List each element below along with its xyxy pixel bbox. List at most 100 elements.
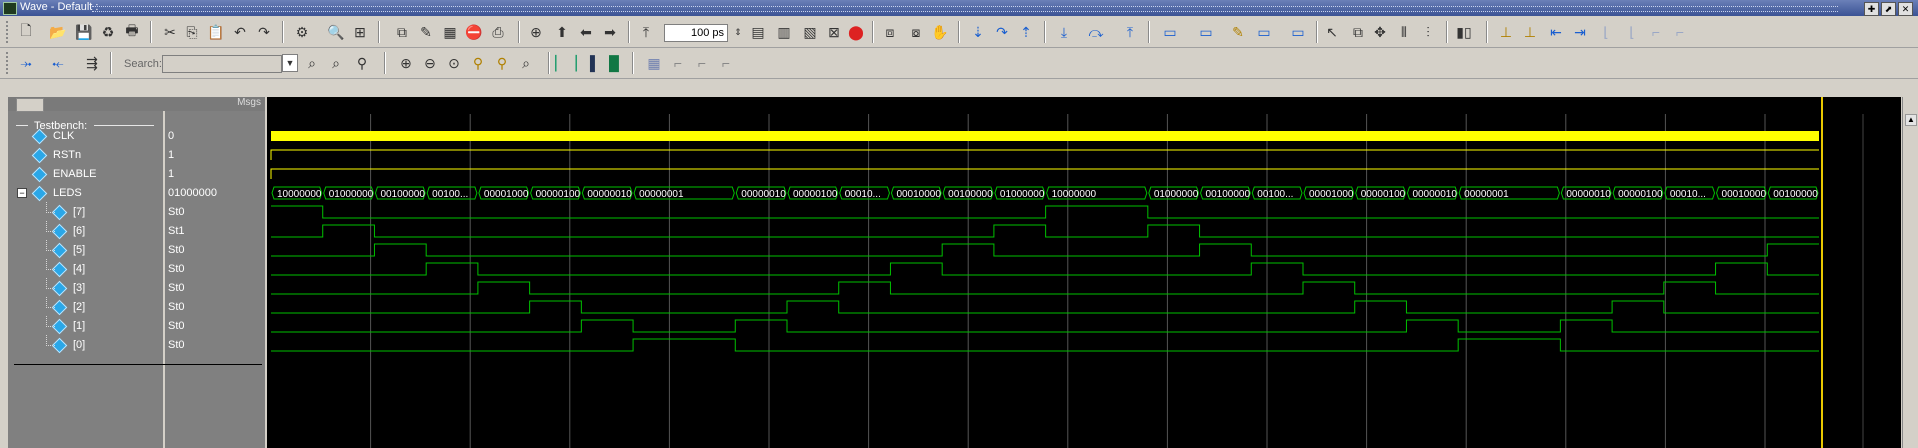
step-out2-icon[interactable]: ⤒ bbox=[1120, 22, 1140, 42]
profile-icon[interactable]: ⧈ bbox=[880, 22, 900, 42]
copy-icon[interactable]: ⎘ bbox=[182, 22, 202, 42]
search-prev-icon[interactable]: ⌕ bbox=[302, 53, 322, 73]
grid-icon[interactable]: ▦ bbox=[440, 22, 460, 42]
restore-button[interactable]: ⬈ bbox=[1881, 2, 1896, 16]
hand-icon[interactable]: ✋ bbox=[930, 22, 950, 42]
search-options-icon[interactable]: ⚲ bbox=[352, 53, 372, 73]
close-button[interactable]: ✕ bbox=[1898, 2, 1913, 16]
reload-icon[interactable]: ♻ bbox=[98, 22, 118, 42]
prev-edge-icon[interactable]: ⇤ bbox=[1546, 22, 1566, 42]
waveform-canvas[interactable]: 10000000 01000000 00100000 00100... 00001000… bbox=[267, 97, 1901, 448]
compile-icon[interactable]: ⚙ bbox=[292, 22, 312, 42]
signal-row-4[interactable]: [4] bbox=[51, 260, 85, 278]
column-icon[interactable]: ▏▕ bbox=[555, 53, 577, 73]
zoom-out-icon[interactable]: ⊖ bbox=[420, 53, 440, 73]
search-dropdown-icon[interactable]: ▼ bbox=[282, 54, 298, 72]
restart-icon[interactable]: ⤒ bbox=[636, 22, 656, 42]
step-over-icon[interactable]: ↷ bbox=[992, 22, 1012, 42]
signal-row-5[interactable]: [5] bbox=[51, 241, 85, 259]
forward-arrow-icon[interactable]: ➡ bbox=[600, 22, 620, 42]
wave-edit4-icon[interactable]: ▭ bbox=[1254, 22, 1274, 42]
wave-edit5-icon[interactable]: ▭ bbox=[1288, 22, 1308, 42]
delete-cursor-icon[interactable]: ⊥ bbox=[1520, 22, 1540, 42]
find-icon[interactable]: 🔍 bbox=[326, 22, 346, 42]
layers-icon[interactable]: ⧉ bbox=[392, 22, 412, 42]
step-into-icon[interactable]: ⤓ bbox=[1054, 22, 1074, 42]
signal-row-6[interactable]: [6] bbox=[51, 222, 85, 240]
run-icon[interactable]: ▤ bbox=[748, 22, 768, 42]
signal-row-1[interactable]: [1] bbox=[51, 317, 85, 335]
zoom-full-icon[interactable]: ⊙ bbox=[444, 53, 464, 73]
wave-edit1-icon[interactable]: ▭ bbox=[1160, 22, 1180, 42]
paste-wave-icon[interactable]: ⎙ bbox=[488, 22, 508, 42]
undock-button[interactable]: ✚ bbox=[1864, 2, 1879, 16]
up-arrow-icon[interactable]: ⬆ bbox=[552, 22, 572, 42]
back-arrow-icon[interactable]: ⬅ bbox=[576, 22, 596, 42]
cut-icon[interactable]: ✂ bbox=[160, 22, 180, 42]
new-icon[interactable]: 🗋 bbox=[16, 22, 36, 42]
wave-edit2-icon[interactable]: ▭ bbox=[1196, 22, 1216, 42]
zoom-in-icon[interactable]: ⊕ bbox=[396, 53, 416, 73]
add-wave-icon[interactable]: ⊕ bbox=[526, 22, 546, 42]
signal-row-enable[interactable]: ENABLE bbox=[31, 165, 96, 183]
collapse-leds-icon[interactable]: − bbox=[17, 188, 27, 198]
break-icon[interactable]: ⛔ bbox=[464, 22, 484, 42]
group-icon[interactable]: ⤝ bbox=[48, 53, 68, 73]
cursor-mode-icon[interactable]: ⫴ bbox=[1394, 22, 1414, 42]
signal-row-0[interactable]: [0] bbox=[51, 336, 85, 354]
signal-row-rstn[interactable]: RSTn bbox=[31, 146, 81, 164]
edge-c-icon[interactable]: ⌐ bbox=[1646, 22, 1666, 42]
zoom-range-icon[interactable]: ⌕ bbox=[516, 53, 536, 73]
edge-a-icon[interactable]: ⌊ bbox=[1596, 22, 1616, 42]
edge-any-icon[interactable]: ⌐ bbox=[716, 53, 736, 73]
edge-b-icon[interactable]: ⌊ bbox=[1622, 22, 1642, 42]
palette-icon[interactable] bbox=[16, 98, 44, 112]
signal-row-2[interactable]: [2] bbox=[51, 298, 85, 316]
combine-icon[interactable]: ⇶ bbox=[82, 53, 102, 73]
column3-icon[interactable]: █ bbox=[604, 53, 624, 73]
step-out-icon[interactable]: ⇡ bbox=[1016, 22, 1036, 42]
signal-name-pane[interactable] bbox=[8, 97, 163, 448]
paste-icon[interactable]: 📋 bbox=[206, 22, 226, 42]
memory-icon[interactable]: ⧇ bbox=[906, 22, 926, 42]
step-icon[interactable]: ⇣ bbox=[968, 22, 988, 42]
save-icon[interactable]: 💾 bbox=[74, 22, 94, 42]
select-pointer-icon[interactable]: ↖ bbox=[1322, 22, 1342, 42]
signal-row-clk[interactable]: CLK bbox=[31, 127, 74, 145]
edit-icon[interactable]: ✎ bbox=[416, 22, 436, 42]
run-length-input[interactable] bbox=[664, 24, 728, 42]
run-all-icon[interactable]: ▧ bbox=[800, 22, 820, 42]
redo-icon[interactable]: ↷ bbox=[254, 22, 274, 42]
insert-divider-icon[interactable]: ⤞ bbox=[16, 53, 36, 73]
open-icon[interactable]: 📂 bbox=[48, 22, 68, 42]
print-icon[interactable]: 🖶 bbox=[122, 22, 142, 42]
zoom-last-icon[interactable]: ⚲ bbox=[492, 53, 512, 73]
search-next-icon[interactable]: ⌕ bbox=[326, 53, 346, 73]
undo-icon[interactable]: ↶ bbox=[230, 22, 250, 42]
vertical-scrollbar[interactable]: ▲ bbox=[1902, 97, 1918, 448]
search-input[interactable] bbox=[162, 55, 282, 73]
wave-edit3-icon[interactable]: ✎ bbox=[1228, 22, 1248, 42]
zoom-mode-icon[interactable]: ⧉ bbox=[1348, 22, 1368, 42]
zoom-cursor-icon[interactable]: ⚲ bbox=[468, 53, 488, 73]
tree-icon[interactable]: ⊞ bbox=[350, 22, 370, 42]
edge-rise-icon[interactable]: ⌐ bbox=[692, 53, 712, 73]
signal-row-7[interactable]: [7] bbox=[51, 203, 85, 221]
column2-icon[interactable]: ▐ bbox=[580, 53, 600, 73]
next-edge-icon[interactable]: ⇥ bbox=[1570, 22, 1590, 42]
signal-row-leds[interactable]: LEDS bbox=[31, 184, 82, 202]
edit-mode-icon[interactable]: ⫶ bbox=[1418, 22, 1438, 42]
run-length-spinner-icon[interactable]: ⇕ bbox=[728, 22, 748, 42]
edge-d-icon[interactable]: ⌐ bbox=[1670, 22, 1690, 42]
step-over2-icon[interactable]: ⤼ bbox=[1086, 22, 1106, 42]
break-run-icon[interactable]: ⊠ bbox=[824, 22, 844, 42]
edge-fall-icon[interactable]: ⌐ bbox=[668, 53, 688, 73]
pan-icon[interactable]: ✥ bbox=[1370, 22, 1390, 42]
dataflow-icon[interactable]: ▮▯ bbox=[1454, 22, 1474, 42]
signal-row-3[interactable]: [3] bbox=[51, 279, 85, 297]
continue-icon[interactable]: ▥ bbox=[774, 22, 794, 42]
format-icon[interactable]: ▦ bbox=[644, 53, 664, 73]
insert-cursor-icon[interactable]: ⊥ bbox=[1496, 22, 1516, 42]
stop-icon[interactable]: ⬤ bbox=[846, 22, 866, 42]
scroll-up-icon[interactable]: ▲ bbox=[1905, 114, 1917, 126]
